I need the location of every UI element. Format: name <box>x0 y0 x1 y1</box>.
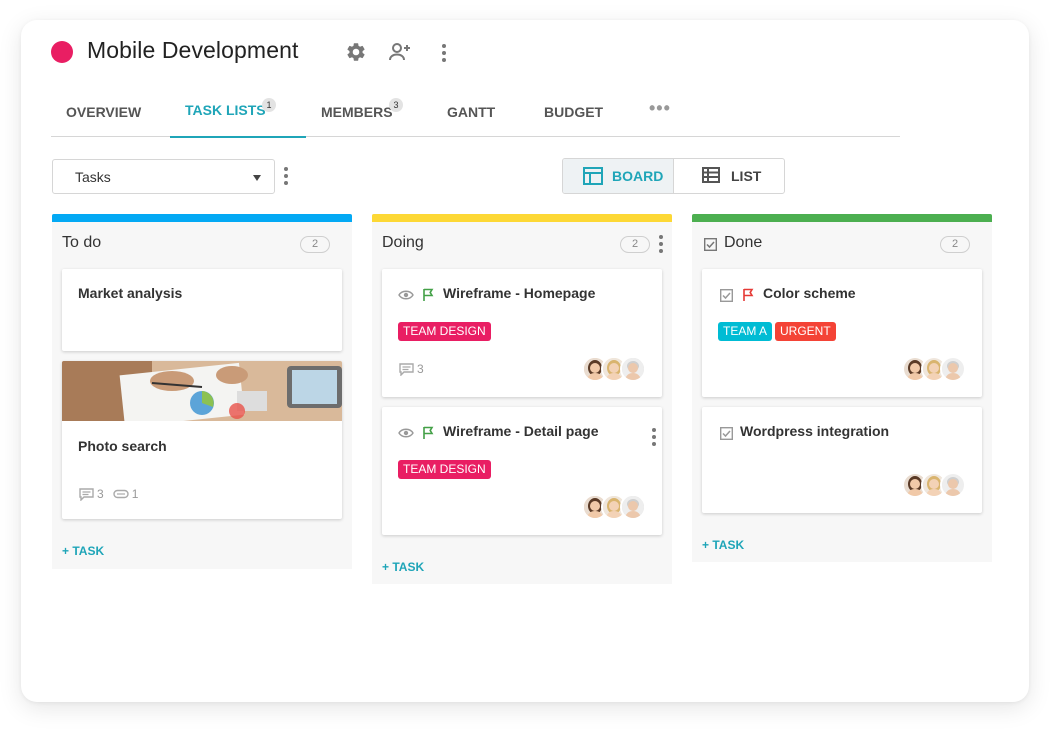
list-view-button[interactable]: LIST <box>674 159 784 193</box>
eye-icon <box>398 290 414 300</box>
column-color-bar <box>692 214 992 222</box>
task-meta: 3 <box>399 362 424 376</box>
checkbox-icon <box>704 238 717 251</box>
eye-icon <box>398 428 414 438</box>
column-count: 2 <box>940 236 970 253</box>
project-color-dot <box>51 41 73 63</box>
task-tag: TEAM DESIGN <box>398 460 491 479</box>
tab-badge: 1 <box>262 98 276 112</box>
tasklist-menu-icon[interactable] <box>281 166 291 186</box>
column-count: 2 <box>300 236 330 253</box>
attachment-icon <box>112 489 129 499</box>
list-icon <box>702 167 720 183</box>
add-task-button[interactable]: + TASK <box>702 538 744 552</box>
task-card[interactable]: Color scheme TEAM A URGENT <box>702 269 982 397</box>
column-todo: To do 2 Market analysis Photo search 3 1… <box>52 214 352 569</box>
task-title: Wordpress integration <box>740 423 890 439</box>
avatar <box>620 494 646 520</box>
task-title: Market analysis <box>78 285 183 301</box>
flag-red-icon <box>743 288 754 301</box>
flag-green-icon <box>423 288 434 301</box>
assignee-avatars <box>582 356 646 382</box>
task-card[interactable]: Wireframe - Detail page TEAM DESIGN <box>382 407 662 535</box>
assignee-avatars <box>902 356 966 382</box>
more-tabs-icon[interactable]: ••• <box>641 86 675 137</box>
checkbox-icon[interactable] <box>720 289 733 302</box>
task-cover-image <box>62 361 342 421</box>
task-title: Color scheme <box>763 285 856 301</box>
column-doing: Doing 2 Wireframe - Homepage TEAM DESIGN… <box>372 214 672 584</box>
tab-gantt[interactable]: GANTT <box>432 86 512 137</box>
column-color-bar <box>372 214 672 222</box>
board-icon <box>583 167 603 185</box>
column-done: Done 2 Color scheme TEAM A URGENT Wordpr… <box>692 214 992 562</box>
tab-badge: 3 <box>389 98 403 112</box>
task-title: Photo search <box>78 438 167 454</box>
tab-overview[interactable]: OVERVIEW <box>51 86 155 137</box>
task-card[interactable]: Wireframe - Homepage TEAM DESIGN 3 <box>382 269 662 397</box>
task-card[interactable]: Wordpress integration <box>702 407 982 513</box>
flag-green-icon <box>423 426 434 439</box>
column-title: Doing <box>382 234 424 251</box>
assignee-avatars <box>902 472 966 498</box>
column-color-bar <box>52 214 352 222</box>
add-task-button[interactable]: + TASK <box>62 544 104 558</box>
task-card[interactable]: Market analysis <box>62 269 342 351</box>
board-view-button[interactable]: BOARD <box>563 159 674 193</box>
task-tag: TEAM A <box>718 322 773 341</box>
tasklist-select[interactable]: Tasks <box>52 159 275 194</box>
avatar <box>940 356 966 382</box>
column-menu-icon[interactable] <box>656 234 666 254</box>
comment-icon <box>399 362 414 376</box>
add-member-icon[interactable] <box>388 40 412 64</box>
view-toggle: BOARD LIST <box>562 158 785 194</box>
task-card[interactable]: Photo search 3 1 <box>62 361 342 519</box>
task-meta: 3 1 <box>79 487 138 501</box>
project-title: Mobile Development <box>87 37 299 63</box>
tab-task-lists[interactable]: TASK LISTS 1 <box>170 86 306 138</box>
add-task-button[interactable]: + TASK <box>382 560 424 574</box>
column-title: Done <box>724 234 763 251</box>
chevron-down-icon <box>253 175 261 181</box>
assignee-avatars <box>582 494 646 520</box>
project-menu-icon[interactable] <box>439 43 449 63</box>
card-menu-icon[interactable] <box>649 427 659 447</box>
settings-gear-icon[interactable] <box>344 40 368 64</box>
avatar <box>940 472 966 498</box>
comment-icon <box>79 487 94 501</box>
tab-members[interactable]: MEMBERS 3 <box>306 86 416 137</box>
checkbox-icon[interactable] <box>720 427 733 440</box>
task-tag: TEAM DESIGN <box>398 322 491 341</box>
tab-budget[interactable]: BUDGET <box>529 86 609 137</box>
task-title: Wireframe - Detail page <box>443 423 599 439</box>
task-title: Wireframe - Homepage <box>443 285 596 301</box>
column-title: To do <box>62 234 102 251</box>
avatar <box>620 356 646 382</box>
task-tag: URGENT <box>775 322 836 341</box>
column-count: 2 <box>620 236 650 253</box>
tab-bar: OVERVIEW TASK LISTS 1 MEMBERS 3 GANTT BU… <box>51 86 900 138</box>
